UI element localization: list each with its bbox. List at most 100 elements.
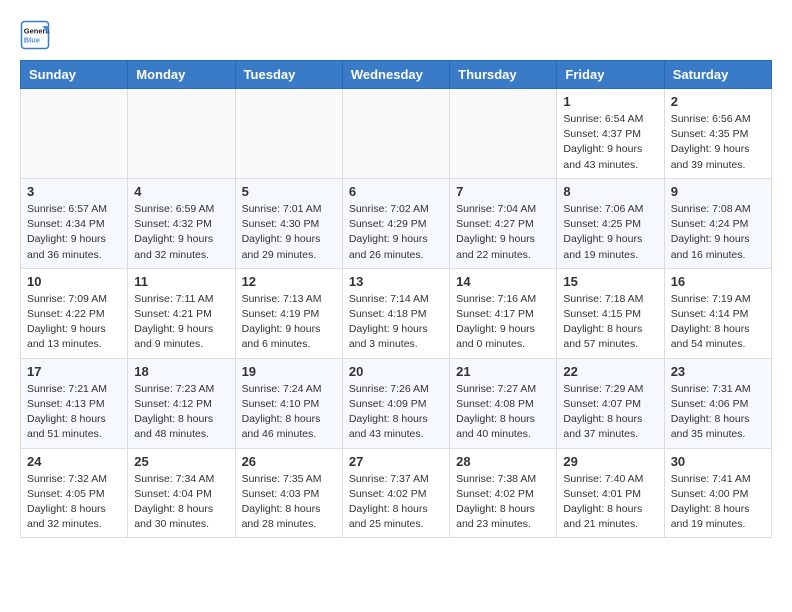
day-info: Sunrise: 7:02 AM Sunset: 4:29 PM Dayligh… (349, 202, 443, 263)
calendar-cell (342, 89, 449, 179)
weekday-thursday: Thursday (450, 61, 557, 89)
day-number: 19 (242, 364, 336, 379)
page-header: General Blue (20, 20, 772, 50)
week-row-4: 17 Sunrise: 7:21 AM Sunset: 4:13 PM Dayli… (21, 358, 772, 448)
calendar-cell: 16Sunrise: 7:19 AM Sunset: 4:14 PM Dayli… (664, 268, 771, 358)
day-number: 30 (671, 454, 765, 469)
calendar-cell: 19 Sunrise: 7:24 AM Sunset: 4:10 PM Dayli… (235, 358, 342, 448)
calendar-cell: 8Sunrise: 7:06 AM Sunset: 4:25 PM Daylig… (557, 178, 664, 268)
calendar-cell: 22Sunrise: 7:29 AM Sunset: 4:07 PM Dayli… (557, 358, 664, 448)
calendar-cell: 12 Sunrise: 7:13 AM Sunset: 4:19 PM Dayli… (235, 268, 342, 358)
calendar-cell: 7 Sunrise: 7:04 AM Sunset: 4:27 PM Daylig… (450, 178, 557, 268)
calendar-cell (21, 89, 128, 179)
calendar-cell: 17 Sunrise: 7:21 AM Sunset: 4:13 PM Dayli… (21, 358, 128, 448)
calendar-header: SundayMondayTuesdayWednesdayThursdayFrid… (21, 61, 772, 89)
day-info: Sunrise: 7:14 AM Sunset: 4:18 PM Dayligh… (349, 292, 443, 353)
calendar-cell: 10 Sunrise: 7:09 AM Sunset: 4:22 PM Dayli… (21, 268, 128, 358)
day-info: Sunrise: 6:54 AM Sunset: 4:37 PM Dayligh… (563, 112, 657, 173)
weekday-header-row: SundayMondayTuesdayWednesdayThursdayFrid… (21, 61, 772, 89)
weekday-friday: Friday (557, 61, 664, 89)
day-number: 9 (671, 184, 765, 199)
day-number: 18 (134, 364, 228, 379)
calendar-cell: 5 Sunrise: 7:01 AM Sunset: 4:30 PM Daylig… (235, 178, 342, 268)
day-info: Sunrise: 7:21 AM Sunset: 4:13 PM Dayligh… (27, 382, 121, 443)
day-number: 10 (27, 274, 121, 289)
calendar: SundayMondayTuesdayWednesdayThursdayFrid… (20, 60, 772, 538)
day-info: Sunrise: 7:41 AM Sunset: 4:00 PM Dayligh… (671, 472, 765, 533)
day-info: Sunrise: 7:09 AM Sunset: 4:22 PM Dayligh… (27, 292, 121, 353)
calendar-cell: 27 Sunrise: 7:37 AM Sunset: 4:02 PM Dayli… (342, 448, 449, 538)
day-number: 13 (349, 274, 443, 289)
day-number: 17 (27, 364, 121, 379)
day-info: Sunrise: 7:16 AM Sunset: 4:17 PM Dayligh… (456, 292, 550, 353)
day-info: Sunrise: 6:57 AM Sunset: 4:34 PM Dayligh… (27, 202, 121, 263)
logo: General Blue (20, 20, 55, 50)
calendar-cell: 20Sunrise: 7:26 AM Sunset: 4:09 PM Dayli… (342, 358, 449, 448)
day-info: Sunrise: 7:24 AM Sunset: 4:10 PM Dayligh… (242, 382, 336, 443)
day-info: Sunrise: 7:04 AM Sunset: 4:27 PM Dayligh… (456, 202, 550, 263)
day-info: Sunrise: 7:40 AM Sunset: 4:01 PM Dayligh… (563, 472, 657, 533)
calendar-cell: 6 Sunrise: 7:02 AM Sunset: 4:29 PM Daylig… (342, 178, 449, 268)
calendar-cell: 1Sunrise: 6:54 AM Sunset: 4:37 PM Daylig… (557, 89, 664, 179)
day-number: 14 (456, 274, 550, 289)
day-info: Sunrise: 7:27 AM Sunset: 4:08 PM Dayligh… (456, 382, 550, 443)
weekday-wednesday: Wednesday (342, 61, 449, 89)
day-number: 27 (349, 454, 443, 469)
day-number: 2 (671, 94, 765, 109)
calendar-cell: 29 Sunrise: 7:40 AM Sunset: 4:01 PM Dayli… (557, 448, 664, 538)
calendar-cell: 4 Sunrise: 6:59 AM Sunset: 4:32 PM Daylig… (128, 178, 235, 268)
day-number: 29 (563, 454, 657, 469)
day-info: Sunrise: 7:32 AM Sunset: 4:05 PM Dayligh… (27, 472, 121, 533)
calendar-cell: 28 Sunrise: 7:38 AM Sunset: 4:02 PM Dayli… (450, 448, 557, 538)
day-number: 24 (27, 454, 121, 469)
day-number: 28 (456, 454, 550, 469)
day-info: Sunrise: 7:11 AM Sunset: 4:21 PM Dayligh… (134, 292, 228, 353)
day-info: Sunrise: 7:38 AM Sunset: 4:02 PM Dayligh… (456, 472, 550, 533)
calendar-body: 1Sunrise: 6:54 AM Sunset: 4:37 PM Daylig… (21, 89, 772, 538)
day-number: 4 (134, 184, 228, 199)
calendar-cell: 25 Sunrise: 7:34 AM Sunset: 4:04 PM Dayli… (128, 448, 235, 538)
calendar-cell: 26 Sunrise: 7:35 AM Sunset: 4:03 PM Dayli… (235, 448, 342, 538)
calendar-cell: 11Sunrise: 7:11 AM Sunset: 4:21 PM Dayli… (128, 268, 235, 358)
day-number: 6 (349, 184, 443, 199)
logo-icon: General Blue (20, 20, 50, 50)
day-number: 26 (242, 454, 336, 469)
weekday-monday: Monday (128, 61, 235, 89)
calendar-cell: 30 Sunrise: 7:41 AM Sunset: 4:00 PM Dayli… (664, 448, 771, 538)
week-row-5: 24 Sunrise: 7:32 AM Sunset: 4:05 PM Dayli… (21, 448, 772, 538)
calendar-cell: 23Sunrise: 7:31 AM Sunset: 4:06 PM Dayli… (664, 358, 771, 448)
day-info: Sunrise: 7:31 AM Sunset: 4:06 PM Dayligh… (671, 382, 765, 443)
day-info: Sunrise: 7:37 AM Sunset: 4:02 PM Dayligh… (349, 472, 443, 533)
calendar-cell: 21 Sunrise: 7:27 AM Sunset: 4:08 PM Dayli… (450, 358, 557, 448)
calendar-cell (450, 89, 557, 179)
weekday-sunday: Sunday (21, 61, 128, 89)
week-row-2: 3 Sunrise: 6:57 AM Sunset: 4:34 PM Daylig… (21, 178, 772, 268)
day-info: Sunrise: 7:26 AM Sunset: 4:09 PM Dayligh… (349, 382, 443, 443)
day-number: 8 (563, 184, 657, 199)
day-info: Sunrise: 6:56 AM Sunset: 4:35 PM Dayligh… (671, 112, 765, 173)
day-info: Sunrise: 7:34 AM Sunset: 4:04 PM Dayligh… (134, 472, 228, 533)
weekday-saturday: Saturday (664, 61, 771, 89)
calendar-cell: 3 Sunrise: 6:57 AM Sunset: 4:34 PM Daylig… (21, 178, 128, 268)
calendar-cell (128, 89, 235, 179)
calendar-cell: 15Sunrise: 7:18 AM Sunset: 4:15 PM Dayli… (557, 268, 664, 358)
week-row-3: 10 Sunrise: 7:09 AM Sunset: 4:22 PM Dayli… (21, 268, 772, 358)
day-number: 15 (563, 274, 657, 289)
day-number: 22 (563, 364, 657, 379)
calendar-cell: 18Sunrise: 7:23 AM Sunset: 4:12 PM Dayli… (128, 358, 235, 448)
day-info: Sunrise: 6:59 AM Sunset: 4:32 PM Dayligh… (134, 202, 228, 263)
day-number: 7 (456, 184, 550, 199)
day-info: Sunrise: 7:01 AM Sunset: 4:30 PM Dayligh… (242, 202, 336, 263)
day-number: 3 (27, 184, 121, 199)
day-number: 12 (242, 274, 336, 289)
day-info: Sunrise: 7:19 AM Sunset: 4:14 PM Dayligh… (671, 292, 765, 353)
day-number: 25 (134, 454, 228, 469)
day-number: 5 (242, 184, 336, 199)
day-info: Sunrise: 7:13 AM Sunset: 4:19 PM Dayligh… (242, 292, 336, 353)
svg-text:Blue: Blue (24, 36, 40, 45)
day-info: Sunrise: 7:35 AM Sunset: 4:03 PM Dayligh… (242, 472, 336, 533)
calendar-cell: 13 Sunrise: 7:14 AM Sunset: 4:18 PM Dayli… (342, 268, 449, 358)
calendar-cell: 14 Sunrise: 7:16 AM Sunset: 4:17 PM Dayli… (450, 268, 557, 358)
day-number: 21 (456, 364, 550, 379)
week-row-1: 1Sunrise: 6:54 AM Sunset: 4:37 PM Daylig… (21, 89, 772, 179)
